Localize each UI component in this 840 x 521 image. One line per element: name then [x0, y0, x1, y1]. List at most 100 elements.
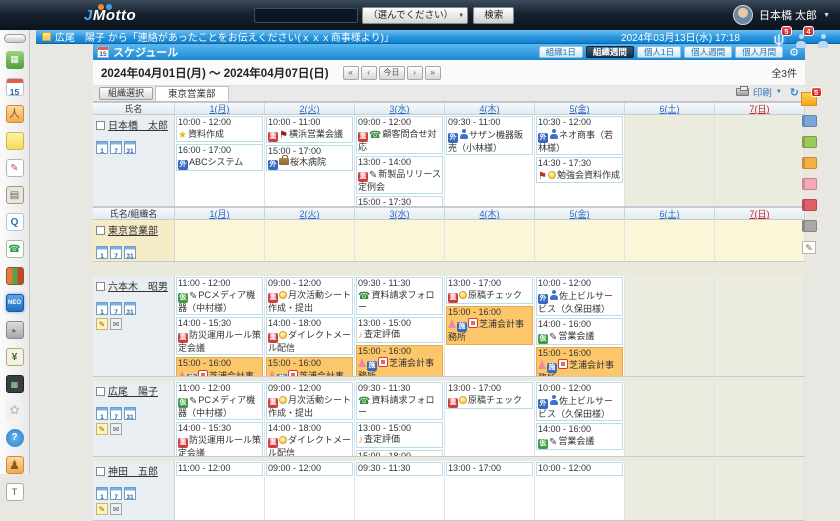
sidebar-collapse-button[interactable]	[3, 34, 26, 43]
day-cell[interactable]: 09:30 - 11:30 ☎資料請求フォロー 13:00 - 15:00 ♪査定評価…	[355, 276, 445, 376]
event[interactable]: 16:00 - 17:00 外 ABCシステム	[176, 144, 263, 171]
month-view-icon[interactable]: 31	[124, 141, 136, 155]
event[interactable]: 11:00 - 12:00	[176, 462, 263, 476]
event[interactable]: 14:00 - 18:00 重ダイレクトメール配信	[266, 317, 353, 355]
print-button[interactable]: 印刷	[753, 85, 772, 99]
day-cell[interactable]	[265, 220, 355, 261]
day-cell[interactable]	[625, 115, 715, 206]
event[interactable]: 09:30 - 11:00 外サザン機器販売（小林様）	[446, 116, 533, 155]
day-view-icon[interactable]: 1	[96, 302, 108, 316]
day-header-link[interactable]: 7(日)	[750, 104, 770, 114]
week-view-icon[interactable]: 7	[110, 246, 122, 260]
tab-tokyo-sales[interactable]: 東京営業部	[155, 86, 229, 101]
event[interactable]: 10:00 - 12:00 ★資料作成	[176, 116, 263, 142]
event[interactable]: 13:00 - 17:00 重原稿チェック	[446, 382, 533, 409]
event[interactable]: 15:00 - 17:00 外桜木病院	[266, 144, 353, 171]
today-button[interactable]: 今日	[378, 65, 405, 80]
view-button[interactable]: 個人週間	[684, 46, 733, 58]
schedule-icon[interactable]: 15	[5, 78, 24, 96]
day-cell[interactable]	[355, 220, 445, 261]
library-icon[interactable]	[5, 267, 24, 285]
day-cell[interactable]: 10:00 - 12:00 外佐上ビルサービス（久保田様） 14:00 - 16:0…	[535, 381, 625, 456]
event[interactable]: 15:00 - 16:00施芝浦会計事務所	[446, 305, 533, 345]
day-view-icon[interactable]: 1	[96, 246, 108, 260]
prev-day-button[interactable]: ‹	[360, 65, 377, 80]
event[interactable]: 14:30 - 17:30 ⚑ 勉強会資料作成	[536, 157, 623, 183]
terminal-icon[interactable]: ▦	[5, 375, 24, 393]
row-checkbox[interactable]	[96, 387, 105, 396]
phone-memo-icon[interactable]: ☎	[5, 240, 24, 258]
search-doc-icon[interactable]: Q	[5, 213, 24, 231]
refresh-icon[interactable]: ↻	[790, 86, 799, 99]
document-icon[interactable]: ✎	[5, 159, 24, 177]
portal-icon[interactable]: ▦	[5, 51, 24, 69]
event[interactable]: 10:30 - 12:00 外ネオ商事（若林様）	[536, 116, 623, 155]
day-cell[interactable]	[625, 276, 715, 376]
event[interactable]: 14:00 - 15:30 重防災運用ルール策定会議	[176, 422, 263, 456]
sticky-color-chip-3[interactable]	[801, 178, 817, 190]
event[interactable]: 11:00 - 12:00 仮 ✎PCメディア機器（中村様）	[176, 382, 263, 420]
next-day-button[interactable]: ›	[406, 65, 423, 80]
folder-icon[interactable]: ▸	[5, 321, 24, 339]
event[interactable]: 13:00 - 17:00	[446, 462, 533, 476]
day-header-link[interactable]: 2(火)	[300, 104, 320, 114]
search-input[interactable]	[254, 7, 359, 23]
event[interactable]: 10:00 - 12:00 外佐上ビルサービス（久保田様）	[536, 382, 623, 421]
week-view-icon[interactable]: 7	[110, 141, 122, 155]
event[interactable]: 11:00 - 12:00 仮 ✎PCメディア機器（中村様）	[176, 277, 263, 315]
day-cell[interactable]	[715, 381, 805, 456]
edit-icon[interactable]: ✎	[96, 318, 108, 330]
day-cell[interactable]	[625, 381, 715, 456]
day-header-link[interactable]: 5(金)	[570, 104, 590, 114]
day-view-icon[interactable]: 1	[96, 407, 108, 421]
text-icon[interactable]: T	[5, 483, 24, 501]
month-view-icon[interactable]: 31	[124, 246, 136, 260]
month-view-icon[interactable]: 31	[124, 487, 136, 501]
day-cell[interactable]	[625, 461, 715, 520]
day-cell[interactable]: 09:30 - 11:30	[355, 461, 445, 520]
day-cell[interactable]: 10:30 - 12:00 外ネオ商事（若林様） 14:30 - 17:30 ⚑ 勉強会…	[535, 115, 625, 206]
day-cell[interactable]	[715, 276, 805, 376]
row-checkbox[interactable]	[96, 226, 105, 235]
day-cell[interactable]: 09:00 - 12:00	[265, 461, 355, 520]
day-header-link[interactable]: 6(土)	[660, 209, 680, 219]
event[interactable]: 09:00 - 12:00	[266, 462, 353, 476]
day-cell[interactable]	[715, 220, 805, 261]
mail-icon[interactable]: ✉	[110, 318, 122, 330]
row-checkbox[interactable]	[96, 121, 105, 130]
day-cell[interactable]: 10:00 - 12:00 外佐上ビルサービス（久保田様） 14:00 - 16:0…	[535, 276, 625, 376]
day-cell[interactable]: 11:00 - 12:00 仮 ✎PCメディア機器（中村様） 14:00 - 15:3…	[175, 276, 265, 376]
name-link[interactable]: 東京営業部	[108, 226, 158, 237]
clipboard-icon[interactable]: ▤	[5, 186, 24, 204]
day-header-link[interactable]: 3(水)	[390, 104, 410, 114]
day-header-link[interactable]: 1(月)	[210, 104, 230, 114]
sticky-color-chip-1[interactable]	[801, 136, 817, 148]
attendance-icon[interactable]: 人	[5, 105, 24, 123]
event[interactable]: 09:00 - 12:00 重月次活動シート作成・提出	[266, 382, 353, 420]
gear-faded-icon[interactable]: ✿	[5, 402, 24, 420]
day-cell[interactable]: 13:00 - 17:00 重原稿チェック 15:00 - 16:00 施芝浦会計事務…	[445, 276, 535, 376]
edit-icon[interactable]: ✎	[96, 503, 108, 515]
event[interactable]: 09:30 - 11:30 ☎資料請求フォロー	[356, 382, 443, 420]
event[interactable]: 15:00 - 16:00施芝浦会計事務所	[266, 357, 353, 376]
event[interactable]: 15:00 - 16:00施芝浦会計事務所	[536, 346, 623, 376]
day-cell[interactable]: 10:00 - 12:00	[535, 461, 625, 520]
day-view-icon[interactable]: 1	[96, 487, 108, 501]
name-link[interactable]: 六本木 昭男	[108, 282, 168, 293]
event[interactable]: 13:00 - 15:00 ♪査定評価	[356, 316, 443, 343]
user-icon[interactable]: ♟	[5, 456, 24, 474]
day-header-link[interactable]: 2(火)	[300, 209, 320, 219]
event[interactable]: 15:00 - 17:30外みなとみらい産業（高橋様）	[356, 196, 443, 206]
event[interactable]: 09:00 - 12:00 重 ☎顧客問合せ対応	[356, 116, 443, 154]
day-cell[interactable]	[175, 220, 265, 261]
event[interactable]: 14:00 - 16:00 仮 ✎営業会議	[536, 318, 623, 345]
next-week-button[interactable]: »	[424, 65, 441, 80]
name-link[interactable]: 神田 五郎	[108, 467, 158, 478]
prev-week-button[interactable]: «	[342, 65, 359, 80]
sticky-note-icon[interactable]: 5	[801, 87, 822, 106]
day-cell[interactable]: 13:00 - 17:00	[445, 461, 535, 520]
sticky-color-chip-5[interactable]	[801, 220, 817, 232]
day-header-link[interactable]: 1(月)	[210, 209, 230, 219]
people-notification-icon[interactable]: 4	[792, 26, 814, 51]
notification-message[interactable]: 広尾 陽子 から「連絡があったことをお伝えください(ｘｘｘ商事様より)」	[55, 29, 621, 44]
